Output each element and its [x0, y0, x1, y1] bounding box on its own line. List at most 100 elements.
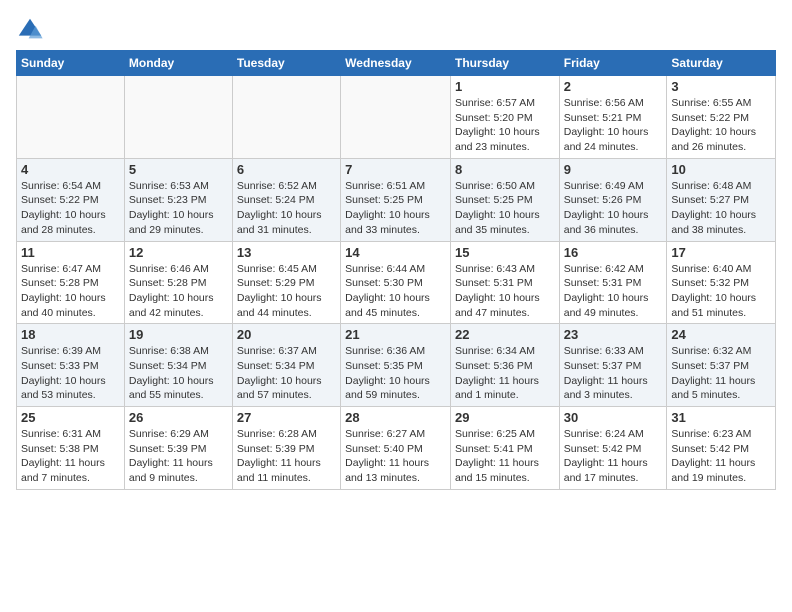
day-number: 11	[21, 245, 120, 260]
day-info: Sunrise: 6:44 AM Sunset: 5:30 PM Dayligh…	[345, 262, 446, 321]
day-number: 4	[21, 162, 120, 177]
day-number: 21	[345, 327, 446, 342]
calendar-cell: 14 Sunrise: 6:44 AM Sunset: 5:30 PM Dayli…	[341, 241, 451, 324]
calendar-cell: 19 Sunrise: 6:38 AM Sunset: 5:34 PM Dayli…	[124, 324, 232, 407]
calendar-cell	[124, 76, 232, 159]
calendar-cell: 13Sunrise: 6:45 AM Sunset: 5:29 PM Dayli…	[232, 241, 340, 324]
day-number: 5	[129, 162, 228, 177]
calendar-cell: 21 Sunrise: 6:36 AM Sunset: 5:35 PM Dayli…	[341, 324, 451, 407]
weekday-header-sunday: Sunday	[17, 51, 125, 76]
day-number: 8	[455, 162, 555, 177]
weekday-header-wednesday: Wednesday	[341, 51, 451, 76]
day-number: 22	[455, 327, 555, 342]
calendar-cell	[17, 76, 125, 159]
day-info: Sunrise: 6:31 AM Sunset: 5:38 PM Dayligh…	[21, 427, 120, 486]
day-info: Sunrise: 6:28 AM Sunset: 5:39 PM Dayligh…	[237, 427, 336, 486]
calendar-cell: 31 Sunrise: 6:23 AM Sunset: 5:42 PM Dayli…	[667, 407, 776, 490]
calendar-cell: 26 Sunrise: 6:29 AM Sunset: 5:39 PM Dayli…	[124, 407, 232, 490]
day-info: Sunrise: 6:42 AM Sunset: 5:31 PM Dayligh…	[564, 262, 663, 321]
day-info: Sunrise: 6:36 AM Sunset: 5:35 PM Dayligh…	[345, 344, 446, 403]
calendar-cell: 12 Sunrise: 6:46 AM Sunset: 5:28 PM Dayli…	[124, 241, 232, 324]
weekday-header-thursday: Thursday	[450, 51, 559, 76]
calendar-table: SundayMondayTuesdayWednesdayThursdayFrid…	[16, 50, 776, 490]
day-number: 7	[345, 162, 446, 177]
calendar-cell: 23 Sunrise: 6:33 AM Sunset: 5:37 PM Dayli…	[559, 324, 667, 407]
day-number: 31	[671, 410, 771, 425]
calendar-cell: 7 Sunrise: 6:51 AM Sunset: 5:25 PM Daylig…	[341, 158, 451, 241]
weekday-header-row: SundayMondayTuesdayWednesdayThursdayFrid…	[17, 51, 776, 76]
day-info: Sunrise: 6:38 AM Sunset: 5:34 PM Dayligh…	[129, 344, 228, 403]
calendar-cell: 16Sunrise: 6:42 AM Sunset: 5:31 PM Dayli…	[559, 241, 667, 324]
weekday-header-saturday: Saturday	[667, 51, 776, 76]
day-info: Sunrise: 6:40 AM Sunset: 5:32 PM Dayligh…	[671, 262, 771, 321]
logo-icon	[16, 16, 44, 44]
day-number: 3	[671, 79, 771, 94]
calendar-cell: 18Sunrise: 6:39 AM Sunset: 5:33 PM Dayli…	[17, 324, 125, 407]
day-number: 23	[564, 327, 663, 342]
day-info: Sunrise: 6:37 AM Sunset: 5:34 PM Dayligh…	[237, 344, 336, 403]
calendar-week-row: 25 Sunrise: 6:31 AM Sunset: 5:38 PM Dayli…	[17, 407, 776, 490]
page-container: SundayMondayTuesdayWednesdayThursdayFrid…	[0, 0, 792, 498]
day-number: 25	[21, 410, 120, 425]
day-info: Sunrise: 6:54 AM Sunset: 5:22 PM Dayligh…	[21, 179, 120, 238]
calendar-week-row: 4 Sunrise: 6:54 AM Sunset: 5:22 PM Daylig…	[17, 158, 776, 241]
day-number: 17	[671, 245, 771, 260]
calendar-cell: 29 Sunrise: 6:25 AM Sunset: 5:41 PM Dayli…	[450, 407, 559, 490]
day-info: Sunrise: 6:50 AM Sunset: 5:25 PM Dayligh…	[455, 179, 555, 238]
day-number: 1	[455, 79, 555, 94]
day-info: Sunrise: 6:46 AM Sunset: 5:28 PM Dayligh…	[129, 262, 228, 321]
day-number: 9	[564, 162, 663, 177]
day-info: Sunrise: 6:29 AM Sunset: 5:39 PM Dayligh…	[129, 427, 228, 486]
day-number: 18	[21, 327, 120, 342]
day-info: Sunrise: 6:55 AM Sunset: 5:22 PM Dayligh…	[671, 96, 771, 155]
logo	[16, 16, 48, 44]
day-number: 19	[129, 327, 228, 342]
day-info: Sunrise: 6:57 AM Sunset: 5:20 PM Dayligh…	[455, 96, 555, 155]
calendar-cell: 20Sunrise: 6:37 AM Sunset: 5:34 PM Dayli…	[232, 324, 340, 407]
calendar-cell: 6 Sunrise: 6:52 AM Sunset: 5:24 PM Daylig…	[232, 158, 340, 241]
calendar-cell	[341, 76, 451, 159]
calendar-week-row: 11 Sunrise: 6:47 AM Sunset: 5:28 PM Dayli…	[17, 241, 776, 324]
day-number: 6	[237, 162, 336, 177]
day-info: Sunrise: 6:53 AM Sunset: 5:23 PM Dayligh…	[129, 179, 228, 238]
day-number: 14	[345, 245, 446, 260]
day-info: Sunrise: 6:32 AM Sunset: 5:37 PM Dayligh…	[671, 344, 771, 403]
day-number: 30	[564, 410, 663, 425]
day-info: Sunrise: 6:48 AM Sunset: 5:27 PM Dayligh…	[671, 179, 771, 238]
calendar-cell: 17 Sunrise: 6:40 AM Sunset: 5:32 PM Dayli…	[667, 241, 776, 324]
calendar-cell: 10Sunrise: 6:48 AM Sunset: 5:27 PM Dayli…	[667, 158, 776, 241]
calendar-cell: 8 Sunrise: 6:50 AM Sunset: 5:25 PM Daylig…	[450, 158, 559, 241]
day-info: Sunrise: 6:24 AM Sunset: 5:42 PM Dayligh…	[564, 427, 663, 486]
day-number: 29	[455, 410, 555, 425]
day-info: Sunrise: 6:56 AM Sunset: 5:21 PM Dayligh…	[564, 96, 663, 155]
day-info: Sunrise: 6:52 AM Sunset: 5:24 PM Dayligh…	[237, 179, 336, 238]
calendar-cell: 9Sunrise: 6:49 AM Sunset: 5:26 PM Daylig…	[559, 158, 667, 241]
day-info: Sunrise: 6:34 AM Sunset: 5:36 PM Dayligh…	[455, 344, 555, 403]
calendar-cell: 24Sunrise: 6:32 AM Sunset: 5:37 PM Dayli…	[667, 324, 776, 407]
calendar-cell: 3 Sunrise: 6:55 AM Sunset: 5:22 PM Daylig…	[667, 76, 776, 159]
calendar-week-row: 1 Sunrise: 6:57 AM Sunset: 5:20 PM Daylig…	[17, 76, 776, 159]
day-info: Sunrise: 6:45 AM Sunset: 5:29 PM Dayligh…	[237, 262, 336, 321]
day-number: 15	[455, 245, 555, 260]
calendar-cell: 22 Sunrise: 6:34 AM Sunset: 5:36 PM Dayli…	[450, 324, 559, 407]
day-number: 27	[237, 410, 336, 425]
calendar-cell: 30 Sunrise: 6:24 AM Sunset: 5:42 PM Dayli…	[559, 407, 667, 490]
day-number: 12	[129, 245, 228, 260]
calendar-cell: 15 Sunrise: 6:43 AM Sunset: 5:31 PM Dayli…	[450, 241, 559, 324]
day-info: Sunrise: 6:51 AM Sunset: 5:25 PM Dayligh…	[345, 179, 446, 238]
day-number: 28	[345, 410, 446, 425]
day-number: 26	[129, 410, 228, 425]
day-info: Sunrise: 6:43 AM Sunset: 5:31 PM Dayligh…	[455, 262, 555, 321]
day-info: Sunrise: 6:33 AM Sunset: 5:37 PM Dayligh…	[564, 344, 663, 403]
day-info: Sunrise: 6:23 AM Sunset: 5:42 PM Dayligh…	[671, 427, 771, 486]
day-info: Sunrise: 6:47 AM Sunset: 5:28 PM Dayligh…	[21, 262, 120, 321]
page-header	[16, 12, 776, 44]
calendar-cell: 5 Sunrise: 6:53 AM Sunset: 5:23 PM Daylig…	[124, 158, 232, 241]
calendar-cell: 4 Sunrise: 6:54 AM Sunset: 5:22 PM Daylig…	[17, 158, 125, 241]
calendar-cell	[232, 76, 340, 159]
weekday-header-tuesday: Tuesday	[232, 51, 340, 76]
day-info: Sunrise: 6:25 AM Sunset: 5:41 PM Dayligh…	[455, 427, 555, 486]
calendar-cell: 11 Sunrise: 6:47 AM Sunset: 5:28 PM Dayli…	[17, 241, 125, 324]
calendar-cell: 2Sunrise: 6:56 AM Sunset: 5:21 PM Daylig…	[559, 76, 667, 159]
calendar-cell: 25 Sunrise: 6:31 AM Sunset: 5:38 PM Dayli…	[17, 407, 125, 490]
